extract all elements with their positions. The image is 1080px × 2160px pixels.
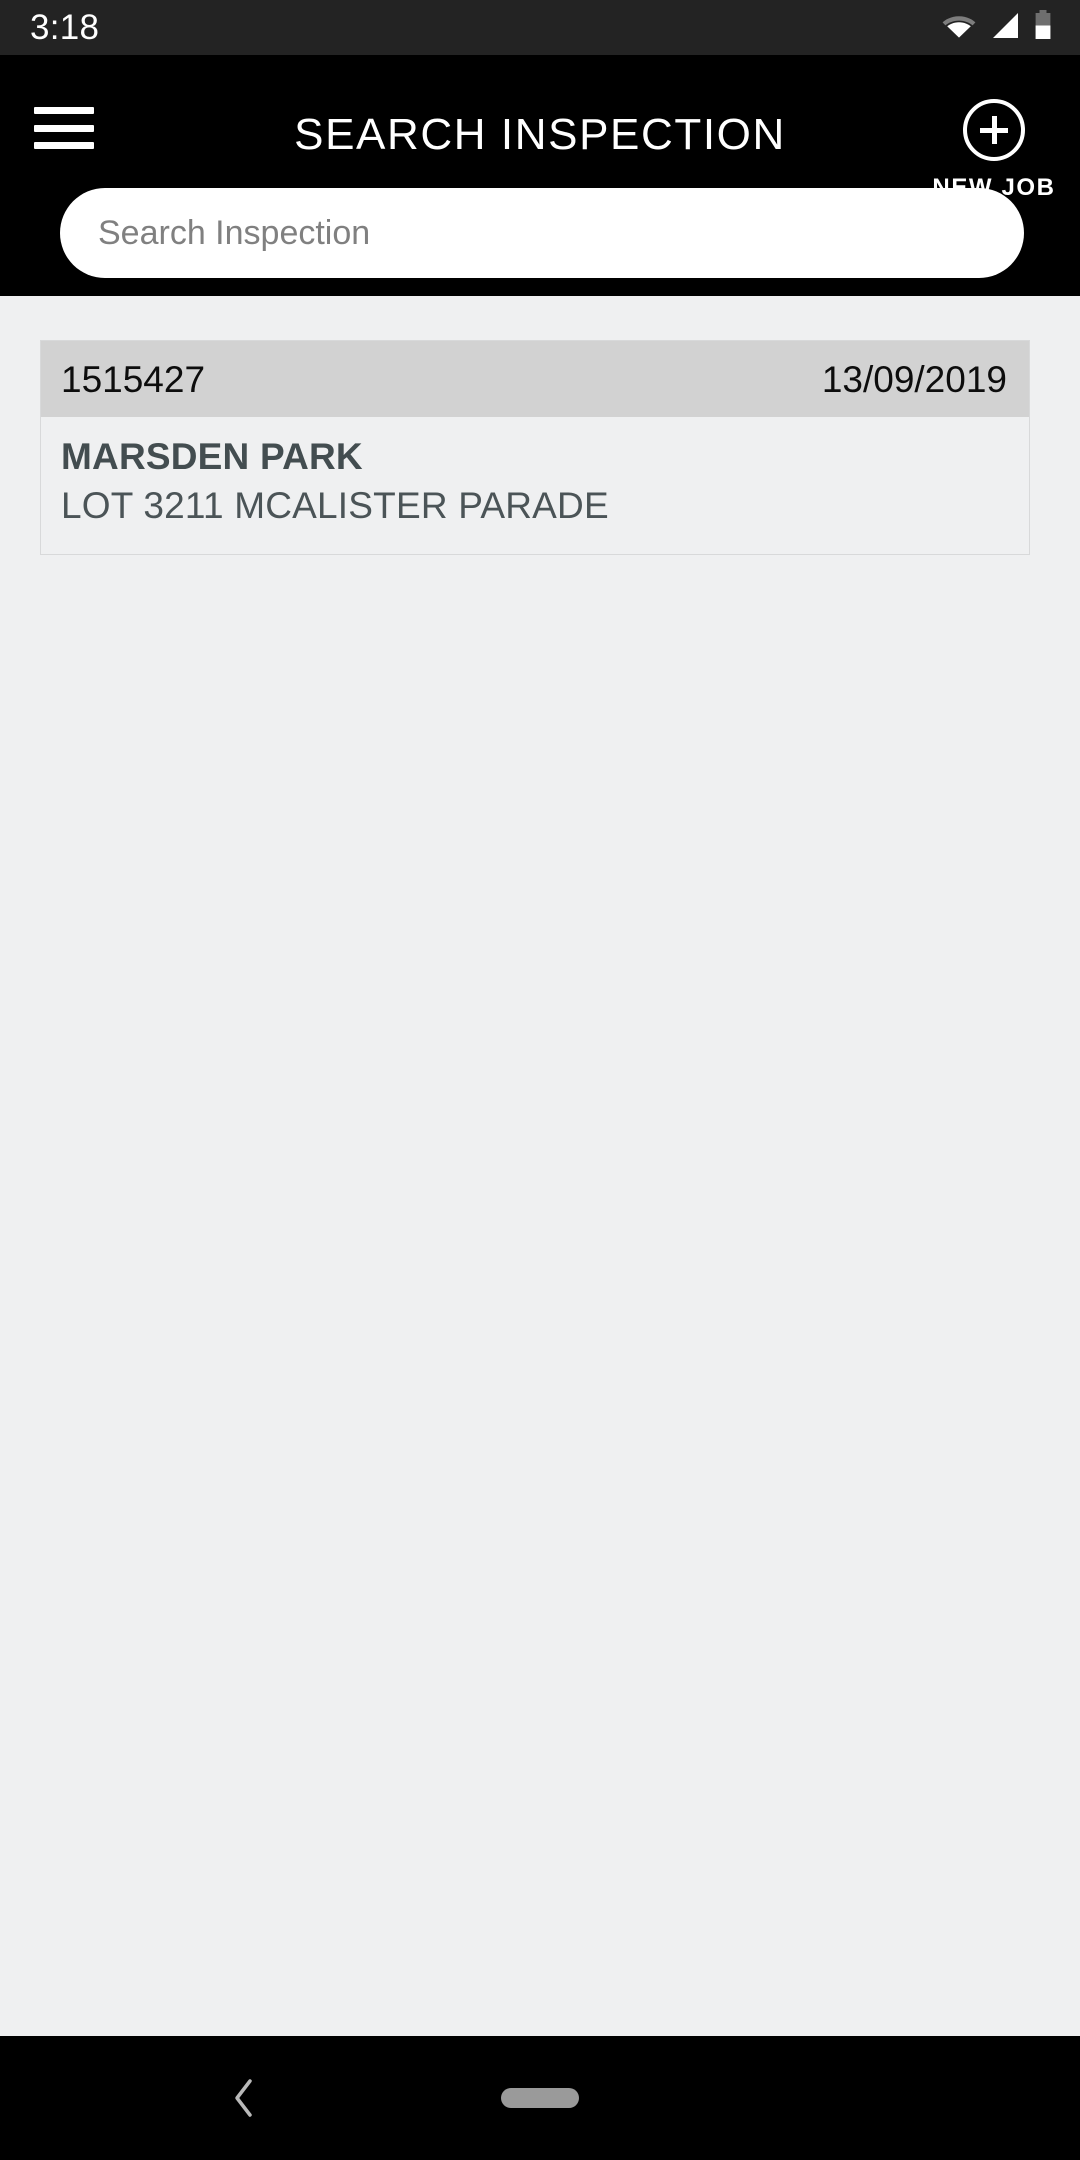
page-title: SEARCH INSPECTION	[294, 110, 786, 159]
plus-circle-icon	[963, 99, 1025, 161]
home-pill-handle[interactable]	[501, 2088, 579, 2108]
hamburger-menu-icon[interactable]	[34, 107, 94, 149]
app-bar: SEARCH INSPECTION NEW JOB	[0, 55, 1080, 296]
inspection-suburb: MARSDEN PARK	[61, 436, 363, 477]
hamburger-line	[34, 124, 94, 132]
search-input[interactable]	[60, 188, 1024, 278]
status-bar-icons	[942, 10, 1052, 45]
system-navigation-bar	[0, 2036, 1080, 2160]
inspection-result-card[interactable]: 1515427 13/09/2019 MARSDEN PARK LOT 3211…	[40, 340, 1030, 555]
battery-icon	[1034, 10, 1052, 45]
wifi-icon	[942, 12, 976, 43]
cellular-signal-icon	[990, 12, 1020, 44]
app-bar-top-row: SEARCH INSPECTION NEW JOB	[0, 55, 1080, 201]
hamburger-line	[34, 142, 94, 149]
results-list: 1515427 13/09/2019 MARSDEN PARK LOT 3211…	[0, 296, 1080, 2036]
result-card-body: MARSDEN PARK LOT 3211 MCALISTER PARADE	[41, 417, 1029, 554]
app-screen: 3:18 SEARCH INSPECTION NEW JOB Search In…	[0, 0, 1080, 2160]
inspection-date: 13/09/2019	[821, 358, 1007, 400]
chevron-left-icon[interactable]	[222, 2076, 266, 2120]
inspection-address: LOT 3211 MCALISTER PARADE	[61, 485, 609, 527]
new-job-label: NEW JOB	[932, 174, 1056, 201]
inspection-id: 1515427	[61, 358, 206, 400]
search-bar-container	[0, 188, 1080, 278]
status-bar-clock: 3:18	[30, 8, 100, 47]
hamburger-line	[34, 107, 94, 114]
status-bar: 3:18	[0, 0, 1080, 55]
new-job-button[interactable]: NEW JOB	[932, 99, 1056, 202]
result-card-header: 1515427 13/09/2019	[41, 341, 1029, 417]
